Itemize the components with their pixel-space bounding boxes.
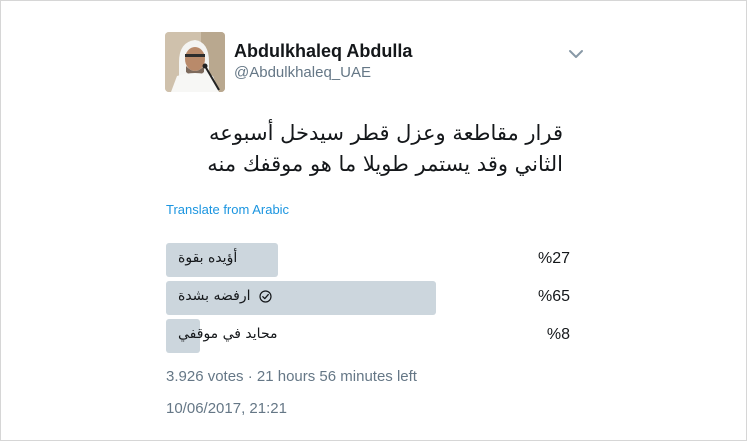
poll-meta: 3.926 votes · 21 hours 56 minutes left [166,368,417,385]
display-name[interactable]: Abdulkhaleq Abdulla [234,41,412,62]
poll-option-1: أؤيده بقوة %27 [166,243,570,277]
poll-option-2: ارفضه بشدة %65 [166,281,570,315]
check-circle-icon [259,290,272,303]
user-handle[interactable]: @Abdulkhaleq_UAE [234,64,371,81]
poll-option-percent: %27 [537,250,570,267]
chevron-down-icon[interactable] [567,47,585,61]
translate-link[interactable]: Translate from Arabic [166,202,289,217]
avatar[interactable] [165,32,225,92]
poll-option-label: محايد في موقفي [178,326,278,342]
poll-option-3: محايد في موقفي %8 [166,319,570,353]
poll-option-label: أؤيده بقوة [178,250,238,266]
tweet-timestamp[interactable]: 10/06/2017, 21:21 [166,400,287,417]
poll-option-label: ارفضه بشدة [178,288,251,304]
poll-option-percent: %8 [546,326,570,343]
tweet-text: قرار مقاطعة وعزل قطر سيدخل أسبوعه الثاني… [207,121,563,176]
poll-option-percent: %65 [537,288,570,305]
